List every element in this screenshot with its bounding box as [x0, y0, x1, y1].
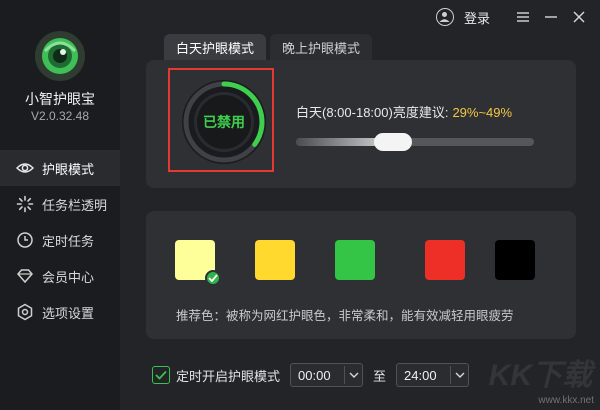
- end-time-select[interactable]: 24:00: [396, 363, 470, 387]
- brightness-card: 已禁用 白天(8:00-18:00)亮度建议: 29%~49%: [146, 60, 576, 188]
- brightness-label: 白天(8:00-18:00)亮度建议:: [296, 105, 449, 120]
- sidebar-item-options[interactable]: 选项设置: [0, 294, 120, 330]
- sidebar-item-label: 会员中心: [42, 269, 95, 285]
- app-version: V2.0.32.48: [30, 109, 90, 123]
- login-button[interactable]: 登录: [435, 8, 490, 27]
- start-time-select[interactable]: 00:00: [290, 363, 364, 387]
- watermark-logo: KK下载: [488, 359, 592, 392]
- tab-day-mode[interactable]: 白天护眼模式: [164, 34, 267, 60]
- eye-logo-icon: [36, 32, 84, 80]
- watermark-url: www.kkx.net: [538, 395, 594, 406]
- close-icon: [573, 11, 585, 23]
- sidebar: 小智护眼宝 V2.0.32.48 护眼模式 任务栏透明 定时任务 会员中心 选项…: [0, 0, 120, 410]
- close-button[interactable]: [566, 4, 592, 30]
- end-time-value: 24:00: [404, 367, 437, 383]
- brightness-slider-thumb[interactable]: [374, 133, 412, 151]
- app-name: 小智护眼宝: [25, 91, 95, 107]
- minimize-button[interactable]: [538, 4, 564, 30]
- main-panel: 登录 白天护眼模式 晚上护眼模式 已禁用 白天(8:00-18:00)亮度建议:…: [120, 0, 600, 410]
- eye-icon: [16, 159, 34, 177]
- schedule-checkbox[interactable]: [152, 366, 170, 384]
- sidebar-item-member-center[interactable]: 会员中心: [0, 258, 120, 294]
- time-range-separator: 至: [373, 368, 387, 384]
- minimize-icon: [545, 16, 557, 18]
- status-label: 已禁用: [203, 114, 245, 130]
- mode-tabs: 白天护眼模式 晚上护眼模式: [164, 34, 376, 60]
- sidebar-item-label: 任务栏透明: [42, 197, 108, 213]
- app-logo: [35, 31, 85, 81]
- brightness-slider[interactable]: [296, 133, 534, 151]
- gear-icon: [16, 303, 34, 321]
- check-icon: [155, 370, 167, 380]
- brightness-suggestion: 白天(8:00-18:00)亮度建议: 29%~49%: [296, 102, 512, 121]
- sidebar-item-taskbar-transparent[interactable]: 任务栏透明: [0, 186, 120, 222]
- login-label: 登录: [463, 10, 490, 26]
- schedule-checkbox-label: 定时开启护眼模式: [176, 368, 281, 384]
- color-swatch-light-yellow[interactable]: [175, 240, 221, 286]
- status-dial[interactable]: 已禁用: [178, 76, 270, 171]
- sidebar-item-scheduled-tasks[interactable]: 定时任务: [0, 222, 120, 258]
- sidebar-item-eye-mode[interactable]: 护眼模式: [0, 150, 120, 186]
- color-swatch-yellow[interactable]: [255, 240, 295, 280]
- sidebar-nav: 护眼模式 任务栏透明 定时任务 会员中心 选项设置: [0, 150, 120, 330]
- color-swatch-red[interactable]: [425, 240, 465, 280]
- color-swatch-black[interactable]: [495, 240, 535, 280]
- chevron-down-icon: [450, 366, 468, 384]
- sparkle-icon: [16, 195, 34, 213]
- selected-check-icon: [205, 270, 221, 286]
- title-bar: 登录: [435, 0, 600, 34]
- status-highlight-box: 已禁用: [168, 68, 274, 172]
- color-card: 推荐色：被称为网红护眼色，非常柔和，能有效减轻用眼疲劳: [146, 211, 576, 339]
- sidebar-item-label: 定时任务: [42, 233, 95, 249]
- recommend-text: 推荐色：被称为网红护眼色，非常柔和，能有效减轻用眼疲劳: [176, 309, 514, 323]
- tab-night-mode[interactable]: 晚上护眼模式: [270, 34, 373, 60]
- menu-button[interactable]: [510, 4, 536, 30]
- diamond-icon: [16, 267, 34, 285]
- sidebar-item-label: 护眼模式: [42, 161, 95, 177]
- start-time-value: 00:00: [298, 367, 331, 383]
- schedule-row: 定时开启护眼模式 00:00 至 24:00: [152, 363, 470, 387]
- user-icon: [435, 8, 454, 26]
- sidebar-item-label: 选项设置: [42, 305, 95, 321]
- chevron-down-icon: [344, 366, 362, 384]
- clock-icon: [16, 231, 34, 249]
- color-swatch-green[interactable]: [335, 240, 375, 280]
- brightness-range: 29%~49%: [452, 105, 513, 120]
- menu-icon: [517, 12, 529, 22]
